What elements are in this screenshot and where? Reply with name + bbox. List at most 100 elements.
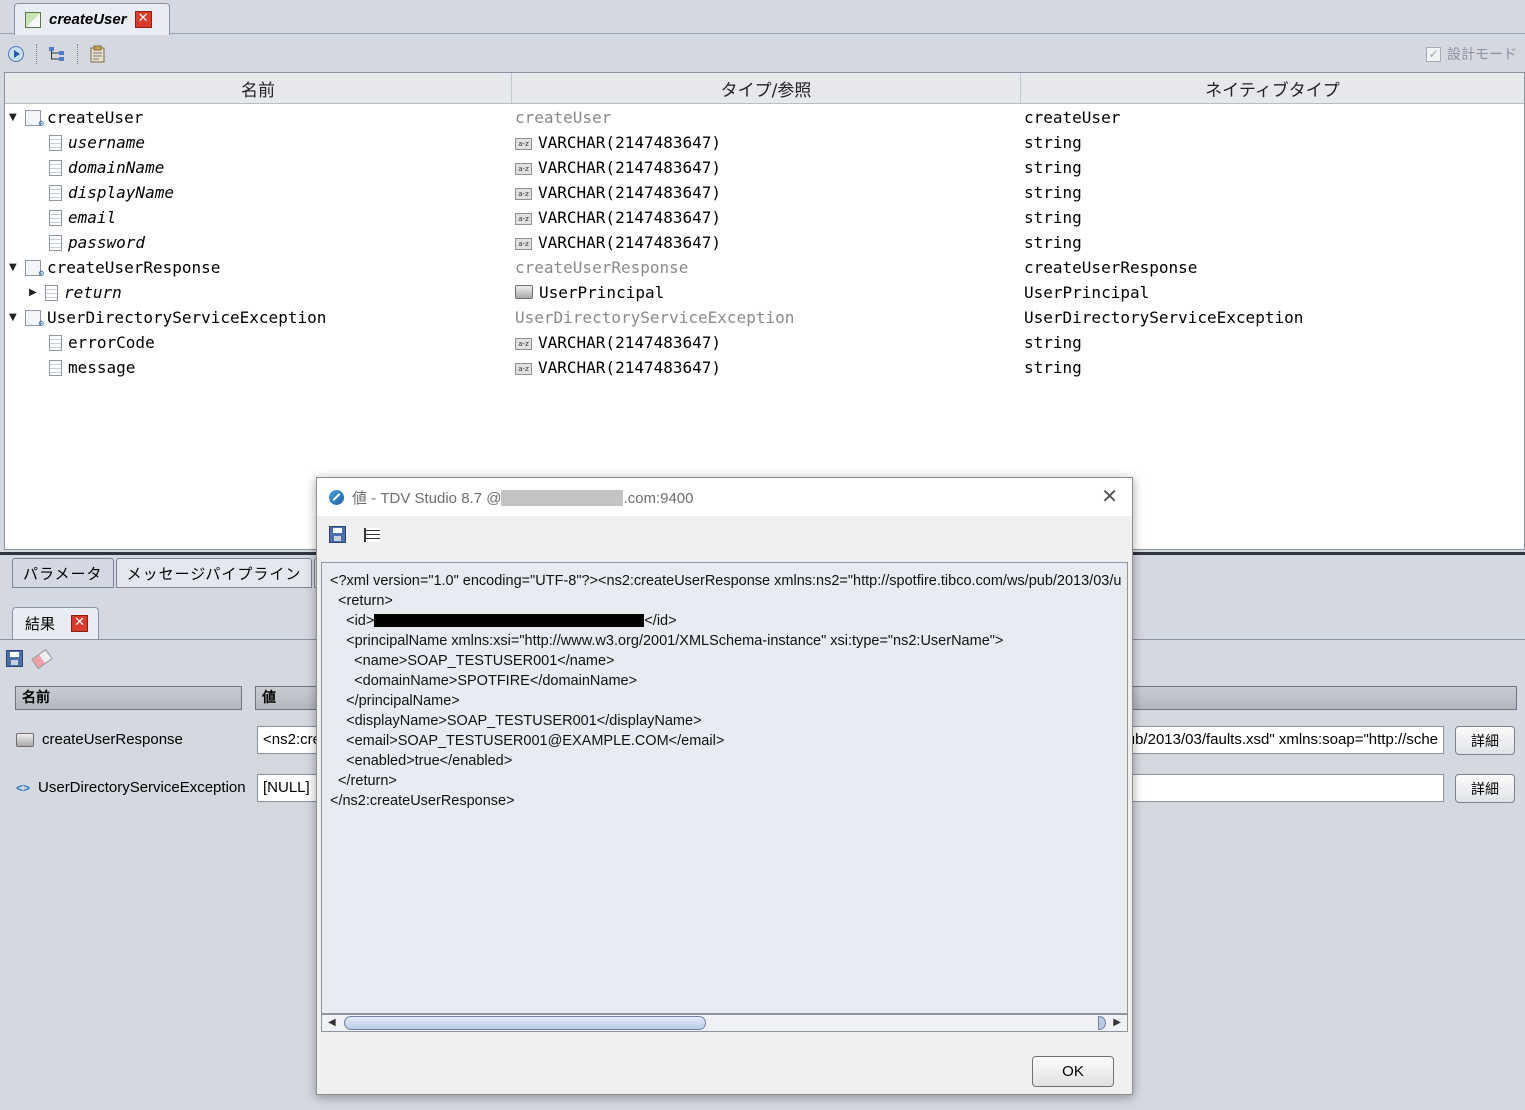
detail-button[interactable]: 詳細 bbox=[1455, 774, 1515, 803]
tree-row[interactable]: ▼ createUserResponse createUserResponse c… bbox=[5, 256, 1524, 281]
results-toolbar bbox=[6, 648, 53, 670]
row-native-type: UserDirectoryServiceException bbox=[1024, 308, 1304, 327]
dialog-toolbar bbox=[329, 526, 380, 543]
xml-line: <domainName>SPOTFIRE</domainName> bbox=[330, 673, 638, 689]
design-mode-checkbox[interactable]: ✓ bbox=[1426, 46, 1441, 62]
parameter-icon bbox=[45, 284, 58, 301]
horizontal-scrollbar[interactable]: ◀ ▶ bbox=[321, 1014, 1128, 1032]
column-header-type[interactable]: タイプ/参照 bbox=[512, 73, 1021, 103]
hierarchy-button[interactable] bbox=[47, 44, 67, 64]
row-type: VARCHAR(2147483647) bbox=[538, 183, 722, 202]
xml-line: <displayName>SOAP_TESTUSER001</displayNa… bbox=[330, 713, 702, 729]
row-native-type: createUser bbox=[1024, 108, 1121, 127]
tree-row[interactable]: ▼ createUser createUser createUser bbox=[5, 106, 1524, 131]
xml-line: <name>SOAP_TESTUSER001</name> bbox=[330, 653, 615, 669]
clear-icon[interactable] bbox=[31, 648, 53, 670]
xml-content: <?xml version="1.0" encoding="UTF-8"?><n… bbox=[330, 571, 1121, 811]
tab-createuser[interactable]: createUser ✕ bbox=[14, 3, 170, 35]
results-header-name: 名前 bbox=[15, 686, 242, 710]
design-mode-toggle[interactable]: ✓ 設計モード bbox=[1426, 44, 1517, 64]
tree-row[interactable]: username a-z VARCHAR(2147483647) string bbox=[5, 131, 1524, 156]
parameter-icon bbox=[49, 159, 62, 176]
result-value-field-tail[interactable]: pub/2013/03/faults.xsd" xmlns:soap="http… bbox=[1132, 726, 1444, 754]
row-name: errorCode bbox=[68, 333, 155, 352]
save-icon[interactable] bbox=[6, 650, 23, 667]
parameter-icon bbox=[49, 359, 62, 376]
scroll-left-icon[interactable]: ◀ bbox=[328, 1017, 336, 1028]
scroll-thumb[interactable] bbox=[344, 1016, 706, 1030]
tree-row[interactable]: email a-z VARCHAR(2147483647) string bbox=[5, 206, 1524, 231]
editor-toolbar: ✓ 設計モード bbox=[0, 38, 1525, 70]
row-name: domainName bbox=[68, 158, 165, 177]
element-icon: <> bbox=[16, 780, 31, 795]
dialog-title-bar[interactable]: 値 - TDV Studio 8.7 @ .com:9400 ✕ bbox=[317, 478, 1132, 516]
result-value-field[interactable]: <ns2:cre bbox=[257, 726, 317, 754]
redacted-id bbox=[374, 614, 645, 627]
close-tab-icon[interactable]: ✕ bbox=[134, 11, 152, 28]
parameter-icon bbox=[49, 234, 62, 251]
tab-parameters[interactable]: パラメータ bbox=[12, 558, 114, 588]
xml-text-area[interactable]: <?xml version="1.0" encoding="UTF-8"?><n… bbox=[321, 562, 1128, 1014]
row-name: password bbox=[68, 233, 146, 252]
row-native-type: createUserResponse bbox=[1024, 258, 1198, 277]
row-type: VARCHAR(2147483647) bbox=[538, 358, 722, 377]
tree-row[interactable]: displayName a-z VARCHAR(2147483647) strin… bbox=[5, 181, 1524, 206]
tree-row[interactable]: ▶ return UserPrincipal UserPrincipal bbox=[5, 281, 1524, 306]
tree-row[interactable]: errorCode a-z VARCHAR(2147483647) string bbox=[5, 331, 1524, 356]
properties-button[interactable] bbox=[88, 44, 108, 64]
expand-icon[interactable]: ▶ bbox=[29, 287, 39, 298]
varchar-type-icon: a-z bbox=[515, 163, 532, 175]
value-dialog: 値 - TDV Studio 8.7 @ .com:9400 ✕ <?xml ve… bbox=[316, 477, 1133, 1095]
xml-line-id-close: </id> bbox=[644, 613, 677, 629]
result-row-label: <> UserDirectoryServiceException bbox=[16, 779, 246, 796]
varchar-type-icon: a-z bbox=[515, 188, 532, 200]
toolbar-separator bbox=[77, 44, 78, 64]
row-type: UserDirectoryServiceException bbox=[515, 308, 795, 327]
detail-button[interactable]: 詳細 bbox=[1455, 726, 1515, 755]
close-results-icon[interactable]: ✕ bbox=[71, 615, 89, 632]
execute-button[interactable] bbox=[6, 44, 26, 64]
collapse-icon[interactable]: ▼ bbox=[9, 112, 19, 123]
row-name: message bbox=[68, 358, 136, 377]
toolbar-separator bbox=[36, 44, 37, 64]
xml-line: <return> bbox=[330, 593, 393, 609]
row-name: return bbox=[64, 283, 122, 302]
parameter-icon bbox=[49, 134, 62, 151]
varchar-type-icon: a-z bbox=[515, 138, 532, 150]
row-native-type: string bbox=[1024, 133, 1082, 152]
row-type: createUserResponse bbox=[515, 258, 689, 277]
result-value-field-tail[interactable] bbox=[1132, 774, 1444, 802]
collapse-icon[interactable]: ▼ bbox=[9, 262, 19, 273]
tab-results[interactable]: 結果 ✕ bbox=[12, 607, 99, 639]
column-header-native-type[interactable]: ネイティブタイプ bbox=[1021, 73, 1524, 103]
row-name: email bbox=[68, 208, 117, 227]
result-value-field[interactable]: [NULL] bbox=[257, 774, 317, 802]
row-type: createUser bbox=[515, 108, 612, 127]
scroll-right-icon[interactable]: ▶ bbox=[1113, 1017, 1121, 1028]
scroll-thumb-end bbox=[1098, 1016, 1106, 1030]
result-name: UserDirectoryServiceException bbox=[38, 779, 246, 796]
tree-row[interactable]: password a-z VARCHAR(2147483647) string bbox=[5, 231, 1524, 256]
column-header-name[interactable]: 名前 bbox=[5, 73, 512, 103]
ok-button[interactable]: OK bbox=[1032, 1056, 1114, 1087]
row-name: createUser bbox=[47, 108, 144, 127]
dialog-close-icon[interactable]: ✕ bbox=[1101, 486, 1118, 506]
row-name: username bbox=[68, 133, 146, 152]
save-icon[interactable] bbox=[329, 526, 346, 543]
xml-line: <email>SOAP_TESTUSER001@EXAMPLE.COM</ema… bbox=[330, 733, 725, 749]
result-name: createUserResponse bbox=[42, 731, 183, 748]
tab-message-pipeline[interactable]: メッセージパイプライン bbox=[115, 558, 313, 588]
row-native-type: UserPrincipal bbox=[1024, 283, 1150, 302]
varchar-type-icon: a-z bbox=[515, 238, 532, 250]
tree-row[interactable]: domainName a-z VARCHAR(2147483647) string bbox=[5, 156, 1524, 181]
collapse-icon[interactable]: ▼ bbox=[9, 312, 19, 323]
tree-row[interactable]: ▼ UserDirectoryServiceException UserDirec… bbox=[5, 306, 1524, 331]
format-icon[interactable] bbox=[364, 527, 380, 542]
xml-line: <principalName xmlns:xsi="http://www.w3.… bbox=[330, 633, 1004, 649]
row-type: VARCHAR(2147483647) bbox=[538, 233, 722, 252]
xml-line-id: <id> </id> bbox=[330, 611, 1121, 631]
play-icon bbox=[8, 46, 24, 62]
design-mode-label: 設計モード bbox=[1447, 47, 1517, 63]
tree-row[interactable]: message a-z VARCHAR(2147483647) string bbox=[5, 356, 1524, 381]
procedure-icon bbox=[25, 309, 44, 329]
